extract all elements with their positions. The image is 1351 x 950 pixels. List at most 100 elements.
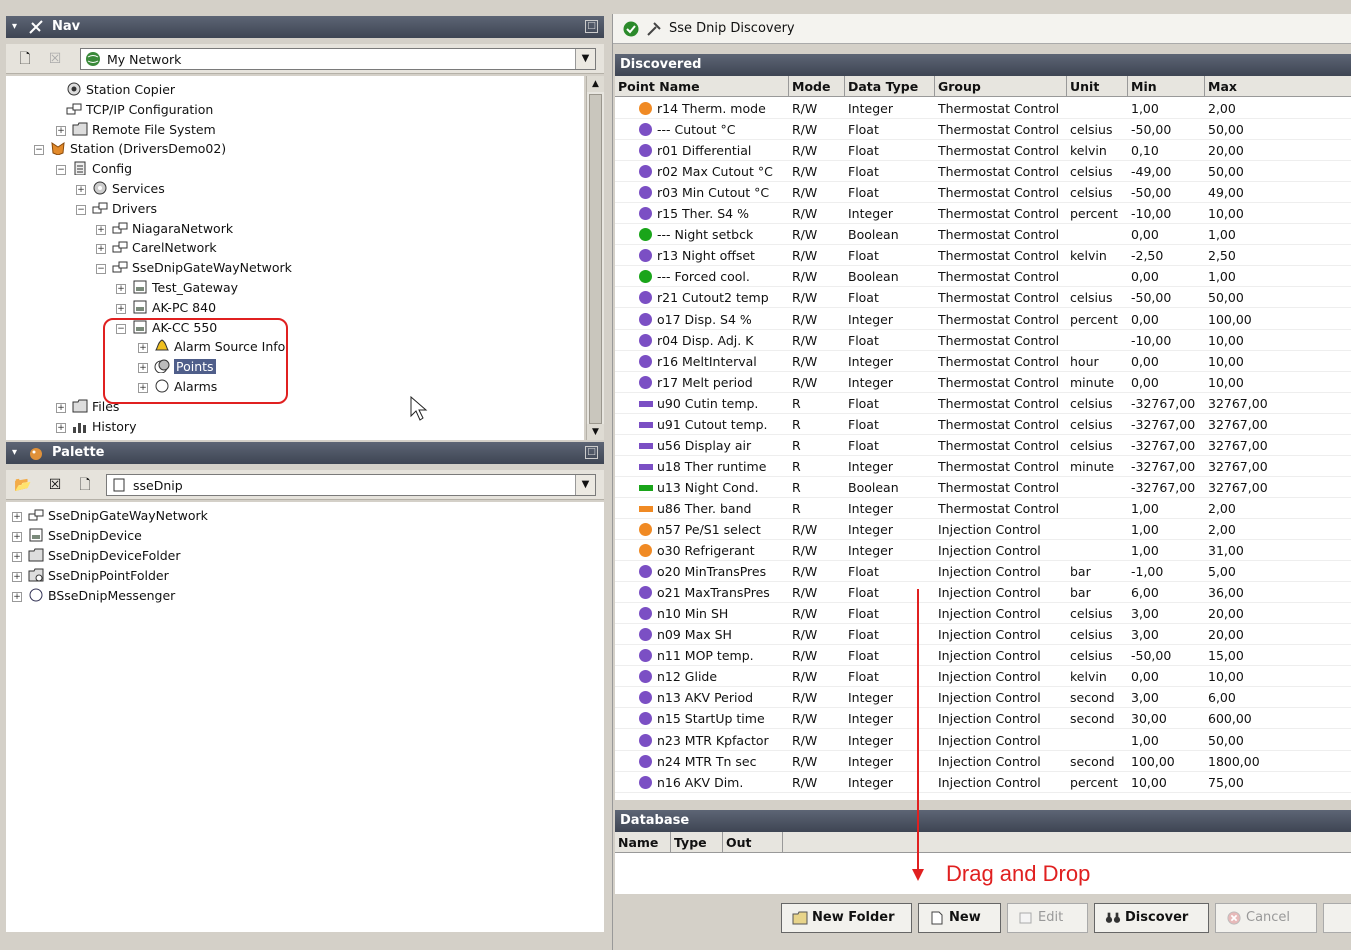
tree-node[interactable]: − Drivers [76, 199, 157, 219]
table-row[interactable]: u13 Night Cond. R Boolean Thermostat Contro… [615, 477, 1351, 498]
new-button[interactable]: New [918, 903, 1001, 933]
table-row[interactable]: u91 Cutout temp. R Float Thermostat Control… [615, 414, 1351, 435]
chevron-down-icon[interactable]: ▼ [575, 49, 595, 69]
db-column-header[interactable]: Out [723, 832, 783, 853]
table-row[interactable]: r14 Therm. mode R/W Integer Thermostat Cont… [615, 98, 1351, 119]
table-row[interactable]: n16 AKV Dim. R/W Integer Injection Control p… [615, 772, 1351, 793]
collapse-triangle-icon[interactable]: ▾ [12, 16, 17, 38]
collapse-icon[interactable]: − [96, 264, 106, 275]
tree-node[interactable]: + NiagaraNetwork [96, 219, 233, 239]
table-row[interactable]: n24 MTR Tn sec R/W Integer Injection Contro… [615, 751, 1351, 772]
column-header[interactable]: Data Type [845, 76, 935, 97]
tree-node[interactable]: + Test_Gateway [116, 278, 238, 298]
collapse-icon[interactable]: − [56, 165, 66, 176]
expand-icon[interactable]: + [56, 125, 66, 136]
tree-node[interactable]: Station Copier [66, 80, 175, 100]
tree-node[interactable]: − Config [56, 159, 132, 179]
tree-node[interactable]: + Remote File System [56, 120, 216, 140]
table-row[interactable]: r21 Cutout2 temp R/W Float Thermostat Contr… [615, 287, 1351, 309]
tree-node[interactable]: + History [56, 417, 136, 437]
palette-item[interactable]: + SseDnipGateWayNetwork [12, 506, 208, 526]
column-header[interactable]: Unit [1067, 76, 1128, 97]
open-folder-icon[interactable]: 📂 [14, 476, 32, 494]
tree-node[interactable]: + AK-PC 840 [116, 298, 216, 318]
column-header[interactable]: Min [1128, 76, 1205, 97]
find-icon[interactable]: 🗋 [76, 476, 94, 494]
palette-item[interactable]: + BSseDnipMessenger [12, 586, 175, 606]
table-row[interactable]: n15 StartUp time R/W Integer Injection Cont… [615, 708, 1351, 730]
scroll-up-icon[interactable]: ▲ [587, 76, 604, 92]
table-row[interactable]: u18 Ther runtime R Integer Thermostat Contr… [615, 456, 1351, 477]
scroll-down-icon[interactable]: ▼ [587, 424, 604, 440]
column-header[interactable]: Mode [789, 76, 845, 97]
more-button[interactable] [1323, 903, 1351, 933]
palette-module-select[interactable]: sseDnip ▼ [106, 474, 596, 496]
expand-icon[interactable]: + [76, 185, 86, 195]
new-folder-button[interactable]: New Folder [781, 903, 912, 933]
db-column-header[interactable]: Type [671, 832, 723, 853]
close-tab-icon[interactable]: ☒ [46, 50, 64, 68]
expand-icon[interactable]: + [12, 572, 22, 582]
chevron-down-icon[interactable]: ▼ [575, 475, 595, 495]
expand-icon[interactable]: + [56, 402, 66, 413]
close-palette-icon[interactable]: ☒ [46, 476, 64, 494]
table-row[interactable]: n13 AKV Period R/W Integer Injection Contro… [615, 687, 1351, 709]
palette-item[interactable]: + SseDnipPointFolder [12, 566, 169, 586]
expand-icon[interactable]: + [116, 284, 126, 294]
nav-root-select[interactable]: My Network ▼ [80, 48, 596, 70]
table-row[interactable]: n10 Min SH R/W Float Injection Control celsi… [615, 603, 1351, 625]
table-row[interactable]: u56 Display air R Float Thermostat Control c… [615, 435, 1351, 456]
discover-button[interactable]: Discover [1094, 903, 1209, 933]
tree-node[interactable]: − Station (DriversDemo02) [34, 139, 226, 159]
tree-node[interactable]: TCP/IP Configuration [66, 100, 213, 120]
edit-button[interactable]: Edit [1007, 903, 1088, 933]
table-row[interactable]: n12 Glide R/W Float Injection Control kelvin… [615, 666, 1351, 688]
palette-item[interactable]: + SseDnipDevice [12, 526, 142, 546]
table-row[interactable]: n11 MOP temp. R/W Float Injection Control ce… [615, 645, 1351, 667]
table-row[interactable]: r04 Disp. Adj. K R/W Float Thermostat Contr… [615, 330, 1351, 351]
column-header[interactable]: Point Name [615, 76, 789, 97]
collapse-icon[interactable]: − [34, 145, 44, 156]
expand-icon[interactable]: + [12, 592, 22, 602]
table-row[interactable]: r15 Ther. S4 % R/W Integer Thermostat Contr… [615, 203, 1351, 225]
table-row[interactable]: r13 Night offset R/W Float Thermostat Contr… [615, 245, 1351, 267]
expand-icon[interactable]: + [96, 244, 106, 255]
table-row[interactable]: o17 Disp. S4 % R/W Integer Thermostat Contr… [615, 309, 1351, 330]
db-column-header[interactable]: Name [615, 832, 671, 853]
expand-icon[interactable]: + [116, 303, 126, 314]
expand-icon[interactable]: + [12, 532, 22, 542]
expand-icon[interactable]: + [12, 512, 22, 522]
column-header[interactable]: Max [1205, 76, 1351, 97]
column-header[interactable]: Group [935, 76, 1067, 97]
new-document-icon[interactable]: 🗋 [16, 50, 34, 68]
table-row[interactable]: r17 Melt period R/W Integer Thermostat Cont… [615, 372, 1351, 393]
cancel-button[interactable]: Cancel [1215, 903, 1317, 933]
table-row[interactable]: --- Forced cool. R/W Boolean Thermostat Con… [615, 266, 1351, 288]
tree-node[interactable]: + CarelNetwork [96, 238, 217, 258]
table-row[interactable]: o20 MinTransPres R/W Float Injection Contro… [615, 561, 1351, 583]
table-row[interactable]: r16 MeltInterval R/W Integer Thermostat Con… [615, 351, 1351, 372]
table-row[interactable]: n57 Pe/S1 select R/W Integer Injection Cont… [615, 519, 1351, 540]
table-row[interactable]: --- Night setbck R/W Boolean Thermostat Con… [615, 224, 1351, 246]
table-row[interactable]: u86 Ther. band R Integer Thermostat Control… [615, 498, 1351, 519]
table-row[interactable]: --- Cutout °C R/W Float Thermostat Control c… [615, 119, 1351, 141]
nav-scrollbar[interactable]: ▲ ▼ [586, 76, 604, 440]
scroll-thumb[interactable] [589, 94, 602, 424]
table-row[interactable]: o30 Refrigerant R/W Integer Injection Contr… [615, 540, 1351, 562]
table-row[interactable]: o21 MaxTransPres R/W Float Injection Contro… [615, 582, 1351, 604]
expand-icon[interactable]: + [56, 422, 66, 433]
maximize-icon[interactable]: □ [585, 20, 598, 33]
table-row[interactable]: u90 Cutin temp. R Float Thermostat Control c… [615, 393, 1351, 414]
palette-item[interactable]: + SseDnipDeviceFolder [12, 546, 180, 566]
tree-node[interactable]: − SseDnipGateWayNetwork [96, 258, 292, 278]
tree-node[interactable]: + Services [76, 179, 165, 199]
collapse-icon[interactable]: − [76, 204, 86, 215]
table-row[interactable]: r03 Min Cutout °C R/W Float Thermostat Cont… [615, 182, 1351, 204]
collapse-triangle-icon[interactable]: ▾ [12, 442, 17, 464]
table-row[interactable]: n23 MTR Kpfactor R/W Integer Injection Cont… [615, 730, 1351, 751]
table-row[interactable]: r02 Max Cutout °C R/W Float Thermostat Cont… [615, 161, 1351, 183]
expand-icon[interactable]: + [12, 552, 22, 562]
expand-icon[interactable]: + [96, 224, 106, 235]
maximize-icon[interactable]: □ [585, 446, 598, 459]
table-row[interactable]: r01 Differential R/W Float Thermostat Contr… [615, 140, 1351, 162]
